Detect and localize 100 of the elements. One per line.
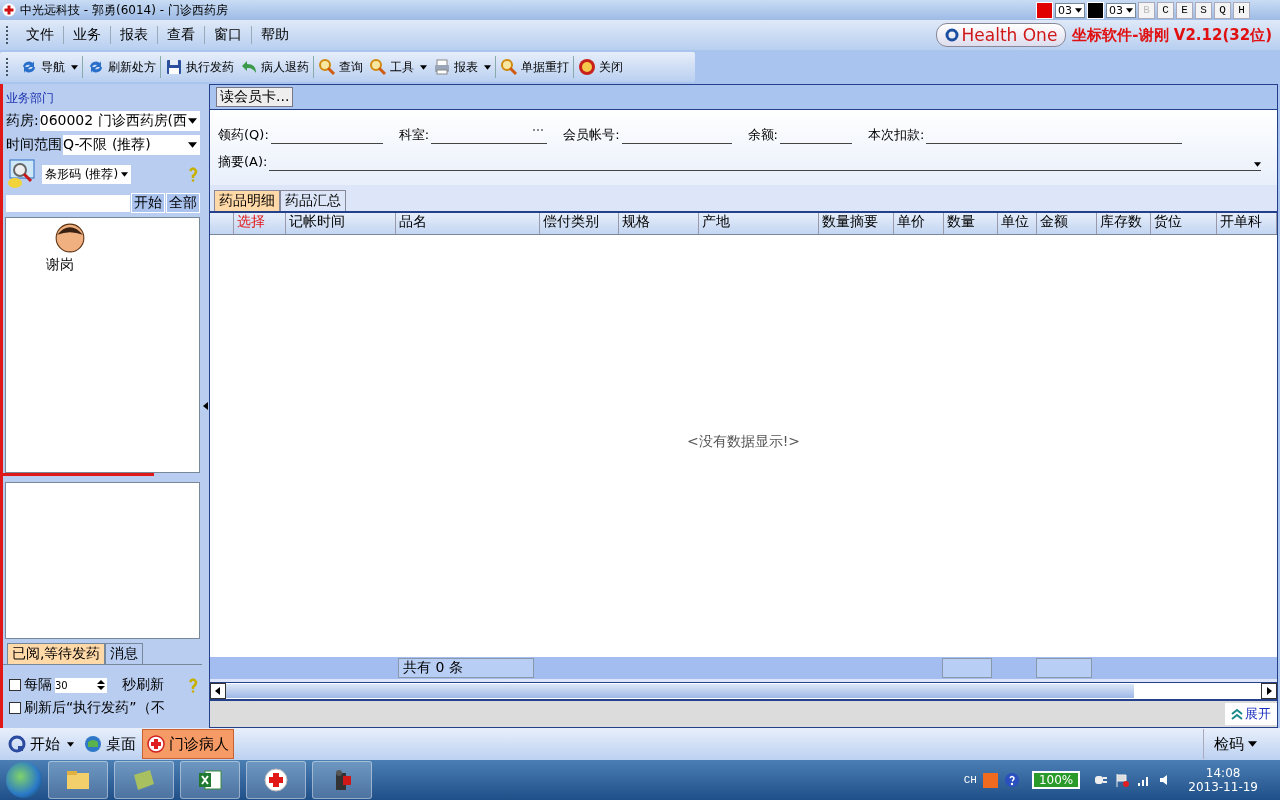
panel-tab[interactable]: 已阅,等待发药 [7,643,106,664]
taskbar-app[interactable] [246,761,306,799]
app-logo-icon [2,3,16,17]
printer-icon [433,58,451,76]
format-button[interactable]: E [1176,1,1193,19]
detail-tab[interactable]: 药品明细 [214,190,280,211]
toolbar-button[interactable]: 导航 [17,53,81,81]
column-header[interactable]: 金额 [1037,213,1097,234]
toolbar-button[interactable]: 单据重打 [497,53,572,81]
search-mode-dropdown[interactable]: 条形码 (推荐) [42,164,132,184]
column-header[interactable]: 货位 [1151,213,1217,234]
toolbar-button[interactable]: 刷新处方 [84,53,159,81]
spreadsheet-icon [197,767,223,793]
app-tab[interactable]: 门诊病人 [142,729,234,759]
window-title: 中光远科技 - 郭勇(6014) - 门诊西药房 [20,1,228,19]
size-dropdown[interactable]: 03 [1106,2,1136,18]
field-label: 会员帐号: [563,126,620,144]
interval-spinner[interactable]: 30 [55,677,107,693]
search-field[interactable] [6,194,130,212]
clock[interactable]: 14:08 2013-11-19 [1180,766,1280,794]
caret-icon [484,64,491,70]
scroll-right-icon[interactable] [1261,683,1277,699]
record-count: 共有 0 条 [398,658,534,678]
format-button[interactable]: Q [1214,1,1231,19]
section-title: 业务部门 [6,90,55,107]
column-header[interactable]: 数量 [944,213,998,234]
column-header[interactable]: 单价 [894,213,944,234]
toolbar-button[interactable]: 报表 [430,53,494,81]
exit-icon [578,58,596,76]
field-label: 本次扣款: [867,126,925,144]
save-icon [165,58,183,76]
field-label: 余额: [747,126,778,144]
empty-message: <没有数据显示!> [686,433,801,451]
menu-item[interactable]: 报表 [111,26,158,44]
column-header[interactable]: 单位 [998,213,1037,234]
search-database-icon [6,159,36,189]
menu-item[interactable]: 业务 [64,26,111,44]
color-swatch[interactable] [1087,1,1104,19]
start-button[interactable] [6,762,42,798]
search-button[interactable]: 开始 [130,193,165,213]
toolbar-button[interactable]: 工具 [366,53,430,81]
format-button[interactable]: H [1233,1,1250,19]
input-field[interactable] [431,129,548,144]
column-header[interactable]: 记帐时间 [286,213,396,234]
summary-cell [1036,658,1092,678]
field-label: 摘要(A): [218,153,268,171]
format-button[interactable]: S [1195,1,1212,19]
search-button[interactable]: 全部 [165,193,200,213]
globe-icon [84,735,102,753]
size-dropdown[interactable]: 03 [1055,2,1085,18]
column-header[interactable]: 偿付类别 [540,213,619,234]
checkbox[interactable] [9,702,21,714]
language-indicator[interactable]: CH [963,774,977,786]
menu-item[interactable]: 查看 [158,26,205,44]
medical-cross-icon [263,767,289,793]
flag-icon[interactable] [1114,772,1131,788]
caret-icon [420,64,427,70]
magnifier-icon [500,58,518,76]
column-header[interactable]: 产地 [699,213,819,234]
menu-item[interactable]: 帮助 [252,26,298,44]
scroll-left-icon[interactable] [210,683,226,699]
column-header[interactable]: 品名 [396,213,540,234]
magnifier-icon [318,58,336,76]
input-method-icon[interactable] [982,772,998,788]
color-swatch[interactable] [1036,1,1053,19]
version-label: 坐标软件-谢刚 V2.12(32位) [1072,25,1272,45]
expand-link[interactable]: 展开 [1225,703,1277,725]
column-header[interactable]: 规格 [619,213,699,234]
taskbar-app[interactable] [312,761,372,799]
panel-tab[interactable]: 消息 [105,643,144,664]
spinner-arrows-icon[interactable] [97,679,105,691]
help-icon[interactable] [1003,772,1020,788]
column-header[interactable]: 数量摘要 [819,213,894,234]
read-card-button[interactable]: 读会员卡... [216,87,294,107]
toolbar-button[interactable]: 查询 [315,53,366,81]
battery-indicator[interactable]: 100% [1031,771,1081,789]
interval-label: 每隔 [24,676,52,694]
detail-tab[interactable]: 药品汇总 [280,190,346,211]
medical-cross-icon [147,735,165,753]
caret-icon [71,64,78,70]
time-range-dropdown[interactable]: Q-不限 (推荐) [63,135,200,155]
checkbox[interactable] [9,679,21,691]
menu-item[interactable]: 文件 [17,26,64,44]
horizontal-scrollbar[interactable] [210,682,1277,701]
taskbar-app[interactable] [180,761,240,799]
taskbar-app[interactable] [48,761,108,799]
pharmacy-dropdown[interactable]: 060002 门诊西药房(西 [39,111,200,131]
code-dropdown[interactable]: 检码 [1203,729,1270,759]
toolbar-button[interactable]: 病人退药 [237,53,312,81]
menu-item[interactable]: 窗口 [205,26,252,44]
toolbar-button[interactable]: 执行发药 [162,53,237,81]
app-tab[interactable]: 桌面 [80,729,140,759]
caret-icon [121,171,129,177]
format-button[interactable]: C [1157,1,1174,19]
app-tab[interactable]: 开始 [4,729,78,759]
toolbar-button[interactable]: 关闭 [575,53,626,81]
column-header[interactable]: 库存数 [1097,213,1151,234]
column-header[interactable]: 开单科 [1217,213,1277,234]
user-name[interactable]: 谢岗 [46,256,74,274]
column-header[interactable]: 选择 [234,213,286,234]
